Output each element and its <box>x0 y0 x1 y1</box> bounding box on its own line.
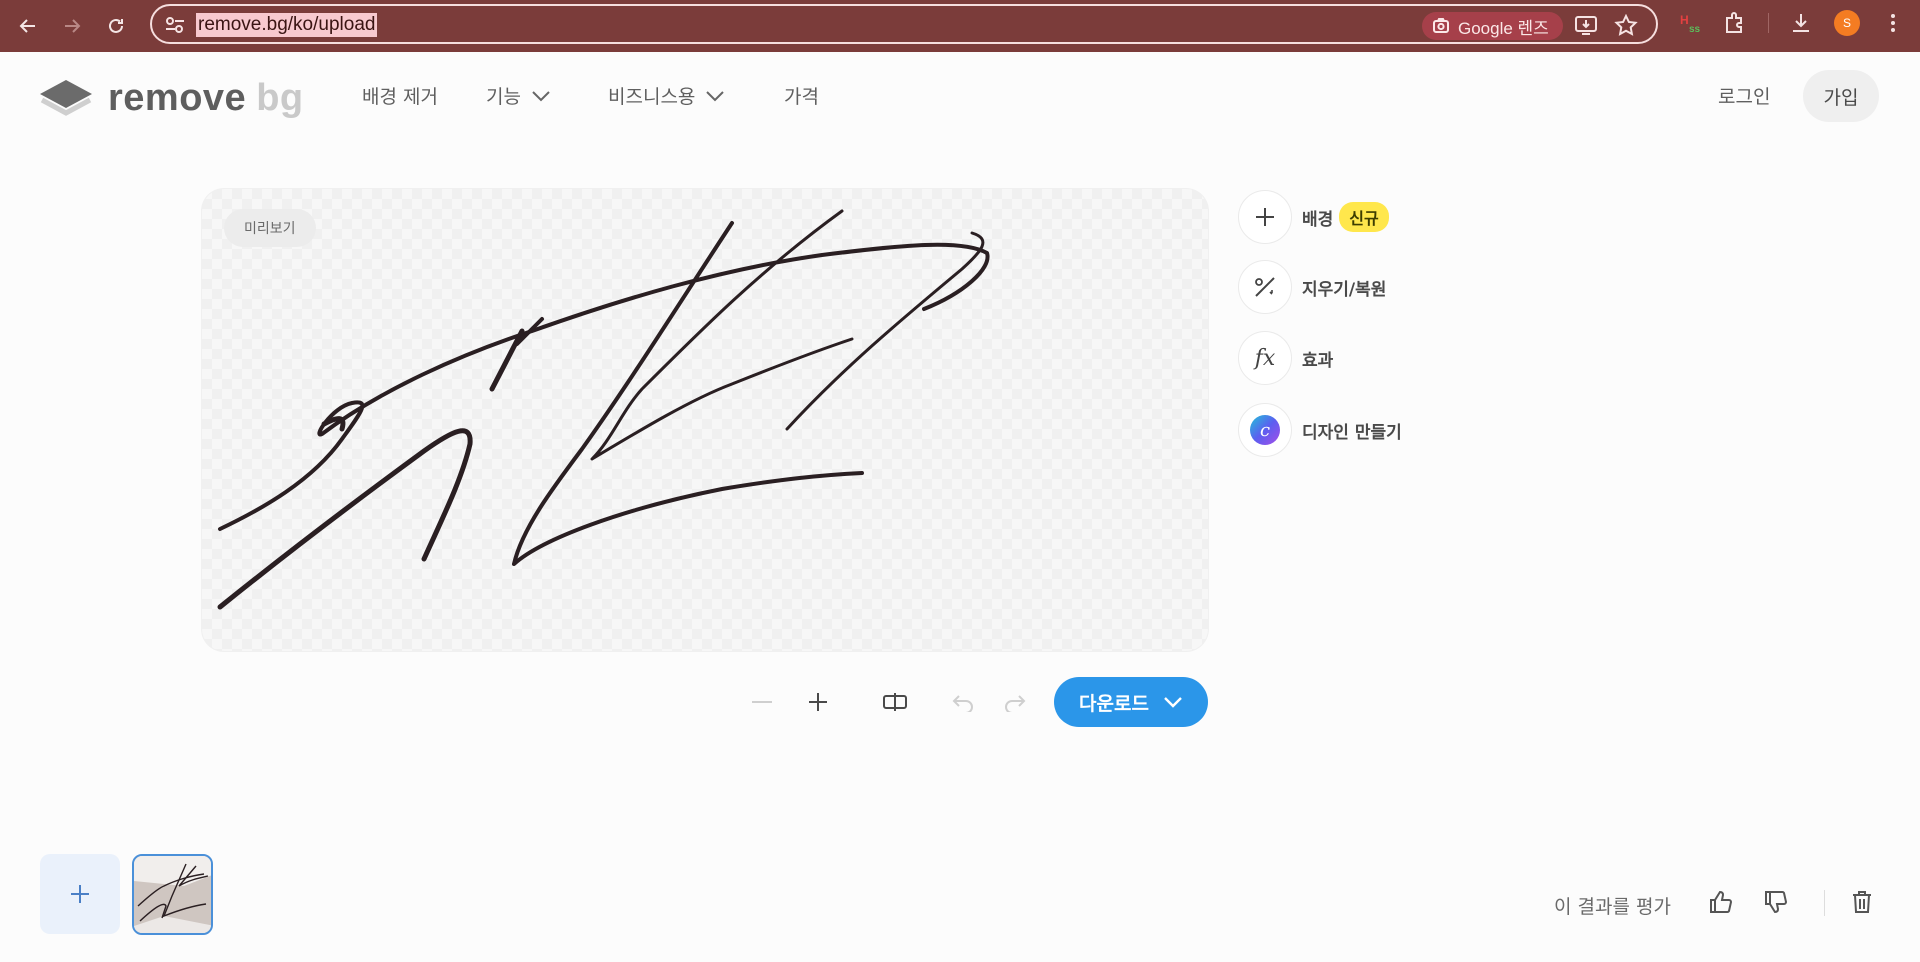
login-link[interactable]: 로그인 <box>1718 82 1770 109</box>
redo-icon <box>1005 695 1026 712</box>
image-thumbnail[interactable] <box>132 854 213 935</box>
nav-label: 배경 제거 <box>362 86 438 108</box>
undo-button[interactable] <box>950 682 976 722</box>
google-lens-button[interactable]: Google 렌즈 <box>1422 12 1563 40</box>
signup-button[interactable]: 가입 <box>1803 70 1879 122</box>
download-label: 다운로드 <box>1079 692 1149 715</box>
reload-icon <box>109 18 123 33</box>
url-text[interactable]: remove.bg/ko/upload <box>196 13 378 37</box>
redo-button[interactable] <box>1002 682 1028 722</box>
tool-design[interactable]: c 디자인 만들기 <box>1238 402 1538 458</box>
zoom-in-button[interactable] <box>804 682 832 722</box>
trash-icon[interactable] <box>1848 888 1876 916</box>
zoom-out-button[interactable] <box>748 682 776 722</box>
arrow-right-icon <box>65 19 81 33</box>
tool-label: 효과 <box>1302 350 1334 371</box>
nav-features[interactable]: 기능 <box>486 82 551 109</box>
nav-remove-bg[interactable]: 배경 제거 <box>362 82 438 109</box>
tool-circle: c <box>1238 403 1292 457</box>
minus-icon <box>752 701 772 703</box>
logo-layers-icon <box>40 80 92 116</box>
lens-label: Google 렌즈 <box>1458 18 1549 38</box>
svg-text:c: c <box>1260 420 1270 441</box>
fx-icon: fx <box>1254 345 1276 371</box>
download-button[interactable]: 다운로드 <box>1054 677 1208 727</box>
tool-erase-restore[interactable]: 지우기/복원 <box>1238 259 1538 315</box>
back-button[interactable] <box>10 8 46 44</box>
plus-icon <box>809 693 827 711</box>
forward-button[interactable] <box>54 8 90 44</box>
logo-word: remove <box>108 76 247 119</box>
result-canvas[interactable]: 미리보기 <box>202 189 1208 651</box>
chevron-down-icon <box>706 90 725 101</box>
nav-label: 비즈니스용 <box>608 86 696 108</box>
arrow-left-icon <box>19 19 35 33</box>
nav-business[interactable]: 비즈니스용 <box>608 82 725 109</box>
signature-image <box>217 209 990 610</box>
reload-button[interactable] <box>98 8 134 44</box>
add-image-button[interactable] <box>40 854 120 934</box>
undo-icon <box>952 695 973 712</box>
preview-chip[interactable]: 미리보기 <box>224 209 316 247</box>
tool-label: 배경 <box>1302 209 1334 230</box>
thumbs-up-icon[interactable] <box>1707 888 1735 916</box>
tool-background[interactable]: 배경 신규 <box>1238 189 1538 245</box>
lens-icon <box>1433 18 1449 33</box>
tool-circle: fx <box>1238 331 1292 385</box>
rate-result-label: 이 결과를 평가 <box>1554 896 1671 918</box>
compare-button[interactable] <box>880 682 910 722</box>
site-info-icon[interactable] <box>164 15 186 35</box>
browser-toolbar: remove.bg/ko/upload Google 렌즈 Hss S <box>0 0 1920 52</box>
magic-brush-icon <box>1255 277 1275 297</box>
svg-text:ss: ss <box>1689 24 1701 35</box>
compare-icon <box>883 693 907 711</box>
thumbnail-image <box>134 856 211 933</box>
extensions-puzzle-icon[interactable] <box>1722 10 1748 36</box>
more-menu-icon[interactable] <box>1880 10 1906 36</box>
toolbar-divider <box>1768 13 1769 33</box>
plus-icon <box>71 885 89 903</box>
svg-text:H: H <box>1680 13 1689 27</box>
bookmark-star-icon[interactable] <box>1614 14 1638 36</box>
address-bar[interactable]: remove.bg/ko/upload Google 렌즈 <box>150 4 1658 44</box>
extension-icon[interactable]: Hss <box>1678 10 1704 36</box>
removebg-logo[interactable]: remove bg <box>38 76 304 120</box>
nav-pricing[interactable]: 가격 <box>784 82 819 109</box>
install-app-icon[interactable] <box>1574 14 1598 36</box>
nav-label: 가격 <box>784 86 819 108</box>
profile-avatar[interactable]: S <box>1834 10 1860 36</box>
tool-label: 지우기/복원 <box>1302 279 1387 300</box>
tool-effects[interactable]: fx 효과 <box>1238 330 1538 386</box>
thumbs-down-icon[interactable] <box>1762 888 1790 916</box>
bottom-divider <box>1824 890 1825 916</box>
canva-icon: c <box>1250 415 1280 445</box>
chevron-down-icon <box>532 90 550 101</box>
new-badge: 신규 <box>1339 202 1389 232</box>
nav-label: 기능 <box>486 86 521 108</box>
plus-icon <box>1256 208 1274 226</box>
download-icon[interactable] <box>1788 10 1814 36</box>
tool-circle <box>1238 260 1292 314</box>
chevron-down-icon <box>1164 697 1182 708</box>
tool-label: 디자인 만들기 <box>1302 422 1402 443</box>
tool-circle <box>1238 190 1292 244</box>
logo-suffix: bg <box>256 76 304 119</box>
